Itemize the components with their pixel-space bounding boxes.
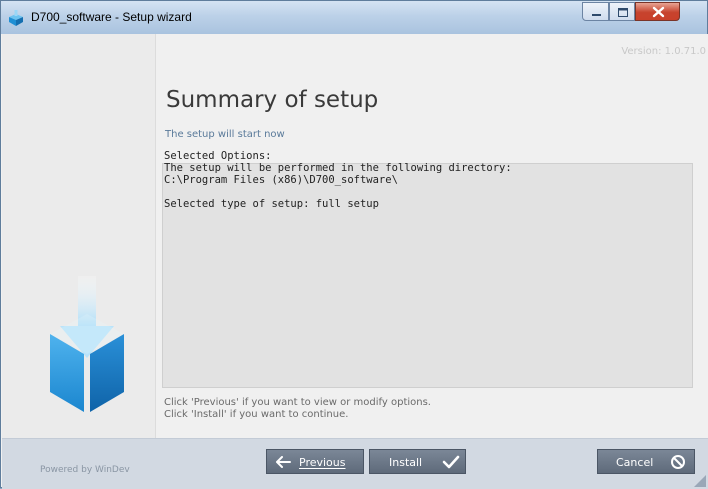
cancel-button[interactable]: Cancel — [597, 449, 695, 474]
previous-label: Previous — [299, 456, 346, 469]
maximize-icon — [618, 8, 628, 17]
powered-by-label: Powered by WinDev — [40, 465, 130, 475]
download-box-icon — [50, 276, 124, 412]
arrow-left-icon — [276, 456, 291, 468]
content-panel: Version: 1.0.71.0 Summary of setup The s… — [156, 34, 708, 438]
close-icon — [652, 6, 665, 18]
setup-box-icon — [9, 10, 23, 26]
install-label: Install — [389, 456, 423, 469]
close-button[interactable] — [635, 2, 680, 21]
page-subtitle: The setup will start now — [165, 129, 285, 140]
setup-wizard-window: D700_software - Setup wizard Version: 1.… — [0, 0, 708, 489]
maximize-button[interactable] — [609, 2, 635, 21]
window-title: D700_software - Setup wizard — [31, 10, 192, 24]
title-bar[interactable]: D700_software - Setup wizard — [1, 1, 707, 34]
version-label: Version: 1.0.71.0 — [621, 46, 706, 57]
previous-button[interactable]: Previous — [266, 449, 364, 474]
cancel-label: Cancel — [616, 456, 654, 469]
minimize-icon — [592, 14, 601, 16]
cancel-circle-icon — [671, 455, 685, 469]
instruction-text: Click 'Previous' if you want to view or … — [164, 397, 431, 420]
resize-grip-icon[interactable] — [694, 475, 706, 487]
install-button[interactable]: Install — [369, 449, 466, 474]
page-title: Summary of setup — [166, 87, 379, 114]
sidebar-panel — [2, 34, 156, 438]
footer-bar: Powered by WinDev Previous Install Cance… — [2, 438, 708, 489]
checkmark-icon — [442, 455, 460, 469]
summary-text: Selected Options: The setup will be perf… — [164, 150, 512, 210]
minimize-button[interactable] — [582, 2, 609, 21]
